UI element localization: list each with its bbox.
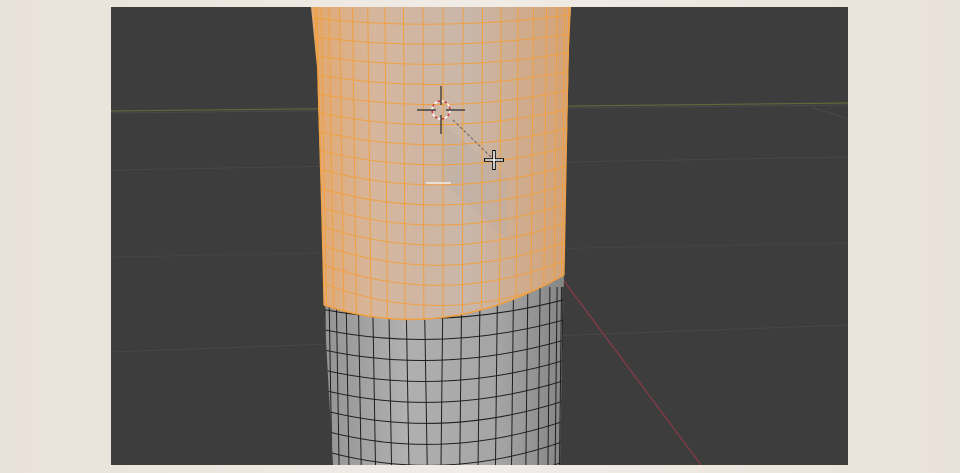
grid-diagonal [810,106,848,120]
x-axis-line [560,276,702,465]
screenshot-page [0,0,960,473]
viewport-canvas[interactable] [111,7,848,465]
3d-viewport[interactable] [111,7,848,465]
